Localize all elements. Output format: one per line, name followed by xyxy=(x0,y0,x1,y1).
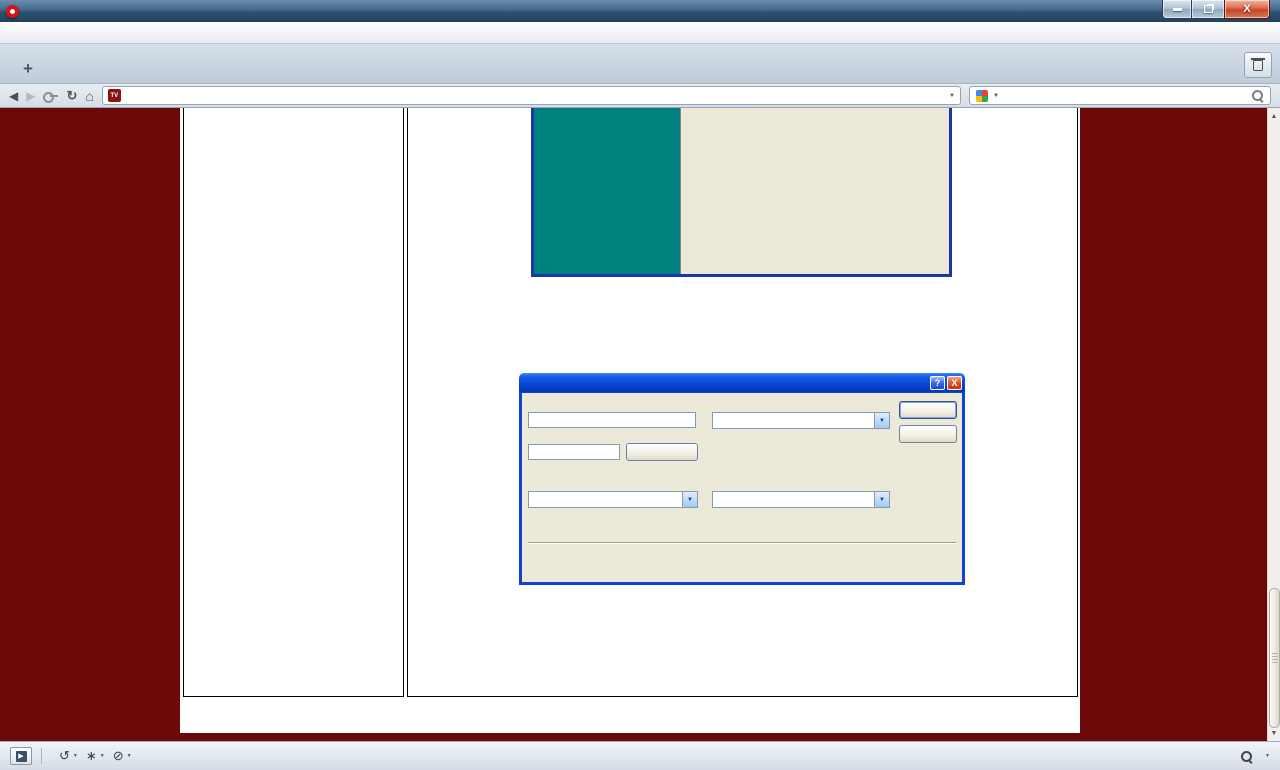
cancel-button[interactable] xyxy=(899,425,957,443)
startup-options-dialog: ? X ▼ ▼ ▼ xyxy=(519,373,965,585)
access-switchboard-screenshot xyxy=(531,108,952,277)
url-input[interactable] xyxy=(125,87,945,104)
display-form-combo[interactable]: ▼ xyxy=(712,412,890,429)
new-tab-button[interactable]: + xyxy=(16,55,40,83)
unite-icon[interactable]: ∗ xyxy=(86,748,97,764)
trash-icon xyxy=(1251,57,1265,71)
restore-icon xyxy=(1203,5,1213,13)
close-button[interactable]: X xyxy=(1224,0,1270,19)
google-icon xyxy=(976,89,988,102)
statusbar-separator xyxy=(41,748,42,764)
home-button[interactable]: ⌂ xyxy=(85,89,93,103)
scrollbar-down-icon[interactable]: ▼ xyxy=(1268,727,1280,739)
panels-toggle-button[interactable]: ▶ xyxy=(10,747,32,765)
scrollbar-up-icon[interactable]: ▲ xyxy=(1268,110,1280,122)
ok-button[interactable] xyxy=(899,401,957,419)
page-left-column xyxy=(183,108,404,697)
switchboard-teal-panel xyxy=(534,108,680,274)
dialog-divider xyxy=(528,542,956,544)
content-blocker-icon[interactable]: ⊘ xyxy=(113,748,124,764)
close-icon: X xyxy=(1243,2,1251,15)
statusbar: ▶ ↺ ▼ ∗ ▼ ⊘ ▼ ▼ xyxy=(0,741,1280,770)
page-content: ? X ▼ ▼ ▼ xyxy=(407,108,1078,697)
chevron-down-icon[interactable]: ▼ xyxy=(127,753,132,759)
combo-dropdown-icon[interactable]: ▼ xyxy=(874,413,889,428)
combo-dropdown-icon[interactable]: ▼ xyxy=(874,492,889,507)
search-field[interactable]: ▼ xyxy=(969,86,1271,105)
combo-dropdown-icon[interactable]: ▼ xyxy=(682,492,697,507)
reload-button[interactable]: ↻ xyxy=(66,89,77,102)
menubar xyxy=(0,22,1280,44)
zoom-magnifier-icon xyxy=(1240,750,1253,763)
url-dropdown-icon[interactable]: ▼ xyxy=(949,93,955,99)
wand-key-icon[interactable] xyxy=(43,91,59,103)
forward-button[interactable]: ▶ xyxy=(26,90,35,102)
restore-button[interactable] xyxy=(1192,0,1224,19)
chevron-down-icon[interactable]: ▼ xyxy=(100,753,105,759)
url-field[interactable]: ▼ xyxy=(101,86,961,105)
dialog-help-button[interactable]: ? xyxy=(930,376,945,390)
search-engine-dropdown-icon[interactable]: ▼ xyxy=(993,93,999,99)
site-favicon-tv xyxy=(107,89,121,102)
minimize-button[interactable] xyxy=(1162,0,1192,19)
scrollbar-thumb[interactable] xyxy=(1269,588,1280,728)
context-menu-combo[interactable]: ▼ xyxy=(712,491,890,508)
titlebar: X xyxy=(0,0,1280,22)
addressbar: ◀ ▶ ↻ ⌂ ▼ ▼ xyxy=(0,84,1280,108)
sync-icon[interactable]: ↺ xyxy=(59,748,70,764)
dialog-close-button[interactable]: X xyxy=(947,376,962,390)
statusbar-right: ▼ xyxy=(1240,750,1270,763)
opera-window: X + ◀ ▶ ↻ ⌂ ▼ ▼ xyxy=(0,0,1280,770)
chevron-down-icon[interactable]: ▼ xyxy=(73,753,78,759)
context-menu-combo-value xyxy=(713,492,874,507)
chevron-down-icon[interactable]: ▼ xyxy=(1265,753,1270,759)
menu-bar-combo[interactable]: ▼ xyxy=(528,491,698,508)
search-magnifier-icon[interactable] xyxy=(1251,89,1264,102)
page-body: ? X ▼ ▼ ▼ xyxy=(180,108,1080,733)
menu-bar-combo-value xyxy=(529,492,682,507)
vertical-scrollbar[interactable]: ▲ ▼ xyxy=(1267,108,1280,741)
back-button[interactable]: ◀ xyxy=(9,90,18,102)
page-viewport: ? X ▼ ▼ ▼ ▲ ▼ xyxy=(0,108,1280,741)
opera-logo-icon xyxy=(6,4,19,18)
statusbar-left: ▶ ↺ ▼ ∗ ▼ ⊘ ▼ xyxy=(10,747,132,765)
minimize-icon xyxy=(1172,7,1182,11)
panel-toggle-icon: ▶ xyxy=(15,750,27,762)
tabbar: + xyxy=(0,44,1280,84)
app-title-input[interactable] xyxy=(528,412,696,428)
dialog-titlebar: ? X xyxy=(519,373,965,393)
dialog-body: ▼ ▼ ▼ xyxy=(519,393,965,585)
display-form-combo-value xyxy=(713,413,874,428)
closed-tabs-trash-button[interactable] xyxy=(1244,52,1272,78)
window-controls: X xyxy=(1162,0,1270,19)
app-icon-input[interactable] xyxy=(528,444,620,460)
browse-button[interactable] xyxy=(626,443,698,461)
switchboard-items-panel xyxy=(680,108,949,274)
search-input[interactable] xyxy=(1003,87,1246,104)
